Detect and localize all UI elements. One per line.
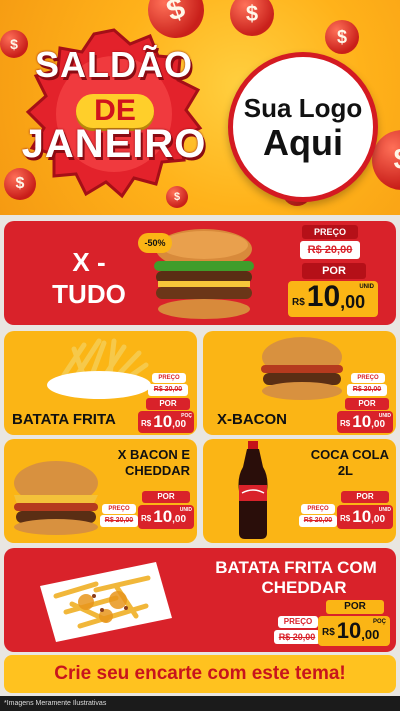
cta-banner: Crie seu encarte com este tema! (4, 655, 396, 693)
featured-new-price: R$ 10 ,00 UNID (288, 281, 378, 317)
product-name-1: COCA COLA (310, 447, 389, 462)
price-cents: ,00 (172, 514, 187, 525)
product-name-2: CHEDDAR (261, 578, 347, 597)
product-name-2: CHEDDAR (125, 463, 190, 478)
currency-symbol: R$ (141, 514, 152, 523)
price-label: PREÇO (278, 616, 318, 628)
product-name-2: 2L (337, 463, 353, 478)
price-integer: 10 (153, 507, 173, 526)
product-card-x-bacon: X-BACON PREÇO R$ 20,00 POR R$ 10 ,00 UNI… (203, 331, 396, 435)
title-line-3: JANEIRO (21, 122, 207, 166)
price-cents: ,00 (340, 292, 366, 312)
price-integer: 10 (306, 280, 341, 313)
price-label: PREÇO (152, 373, 186, 383)
currency-symbol: R$ (292, 297, 305, 308)
price-integer: 10 (153, 412, 173, 431)
featured-old-price: R$ 20,00 (300, 241, 360, 259)
price-unit: POÇ (181, 413, 192, 419)
logo-placeholder: Sua Logo Aqui (228, 52, 378, 202)
new-price: R$ 10 ,00 POÇ (138, 411, 194, 433)
price-cents: ,00 (371, 419, 386, 430)
old-price: R$ 20,00 (347, 384, 387, 396)
cheddar-fries-image (36, 556, 176, 646)
price-unit: UNID (378, 413, 391, 419)
price-unit: UNID (378, 507, 391, 513)
product-name-1: X BACON E (117, 447, 190, 462)
disclaimer: *Imagens Meramente Ilustrativas (0, 696, 400, 711)
currency-symbol: R$ (322, 627, 335, 638)
hero-banner: $ $ $ $ $ $ $ $ SALDÃO DE JANEIRO Sua Lo… (0, 0, 400, 215)
price-cents: ,00 (371, 514, 386, 525)
por-label: POR (326, 600, 384, 614)
product-card-batata-frita: BATATA FRITA PREÇO R$ 20,00 POR R$ 10 ,0… (4, 331, 197, 435)
price-integer: 10 (352, 507, 372, 526)
price-unit: UNID (359, 284, 374, 290)
new-price: R$ 10 ,00 UNID (337, 411, 393, 433)
por-label: POR (345, 398, 389, 410)
currency-symbol: R$ (141, 419, 152, 428)
discount-badge: -50% (138, 233, 172, 253)
price-unit: UNID (179, 507, 192, 513)
old-price: R$ 20,00 (148, 384, 188, 396)
featured-name-2: TUDO (52, 279, 126, 309)
old-price: R$ 20,00 (100, 515, 138, 527)
price-integer: 10 (352, 412, 372, 431)
price-label: PREÇO (301, 504, 335, 514)
featured-por-label: POR (302, 263, 366, 279)
coin-icon: $ (230, 0, 274, 36)
price-cents: ,00 (172, 419, 187, 430)
burger-image (8, 459, 104, 537)
price-label: PREÇO (351, 373, 385, 383)
product-name-1: BATATA FRITA COM (215, 558, 377, 577)
burger-image (257, 335, 347, 401)
price-unit: POÇ (372, 619, 386, 625)
price-label: PREÇO (102, 504, 136, 514)
title-line-1: SALDÃO (35, 44, 193, 85)
new-price: R$ 10 ,00 POÇ (318, 616, 390, 646)
featured-name-1: X - (72, 247, 106, 277)
product-name: BATATA FRITA (12, 411, 116, 428)
price-integer: 10 (336, 618, 362, 643)
price-cents: ,00 (361, 627, 380, 642)
currency-symbol: R$ (340, 419, 351, 428)
logo-text-2: Aqui (263, 121, 343, 163)
por-label: POR (341, 491, 389, 503)
featured-price-label: PREÇO (302, 225, 358, 239)
por-label: POR (146, 398, 190, 410)
product-card-batata-cheddar: BATATA FRITA COM CHEDDAR POR PREÇO R$ 20… (4, 548, 396, 652)
new-price: R$ 10 ,00 UNID (138, 505, 194, 529)
featured-card: X - TUDO -50% PREÇO R$ 20,00 POR R$ 10 ,… (4, 221, 396, 325)
new-price: R$ 10 ,00 UNID (337, 505, 393, 529)
old-price: R$ 20,00 (299, 515, 337, 527)
sale-title-badge: SALDÃO DE JANEIRO (18, 24, 210, 202)
product-card-coca-cola: COCA COLA 2L POR PREÇO R$ 20,00 R$ 10 ,0… (203, 439, 396, 543)
currency-symbol: R$ (340, 514, 351, 523)
fries-image (44, 335, 154, 403)
por-label: POR (142, 491, 190, 503)
product-card-x-bacon-cheddar: X BACON E CHEDDAR POR PREÇO R$ 20,00 R$ … (4, 439, 197, 543)
product-name: X-BACON (217, 411, 287, 428)
coin-icon: $ (325, 20, 359, 54)
soda-bottle-image (233, 441, 273, 541)
logo-text-1: Sua Logo (243, 92, 363, 123)
old-price: R$ 20,00 (274, 630, 320, 644)
